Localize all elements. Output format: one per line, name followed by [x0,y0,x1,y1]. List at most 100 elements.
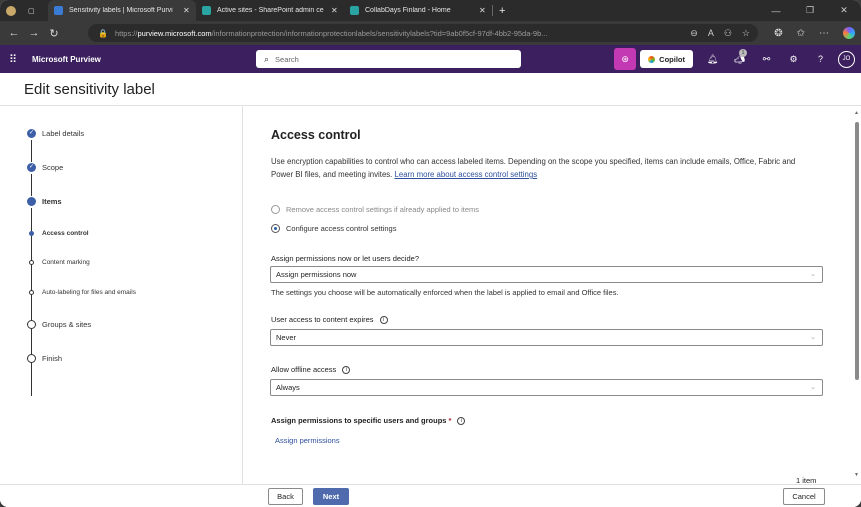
copilot-button[interactable]: Copilot [640,50,693,68]
close-tab-icon[interactable]: ✕ [183,6,190,15]
favorites-icon[interactable]: ✩ [797,28,805,39]
info-icon[interactable]: i [379,316,388,325]
dropdown-value: Assign permissions now [276,270,357,279]
tab-active-sites[interactable]: Active sites - SharePoint admin ce ✕ [196,0,344,21]
copilot-logo-icon [648,55,656,63]
tab-bar: ▢ Sensitivity labels | Microsoft Purvi ✕… [0,0,861,21]
step-label: Scope [42,163,64,172]
next-button[interactable]: Next [313,488,349,505]
search-icon: ⌕ [264,53,270,64]
pending-step-icon [27,354,36,363]
connections-icon[interactable]: ⚯ [753,54,780,65]
app-launcher-icon[interactable]: ⠿ [0,53,26,66]
lock-icon: 🔒 [98,28,108,38]
offline-dropdown[interactable]: Always ⌄ [270,379,823,396]
cancel-button[interactable]: Cancel [783,488,825,505]
back-arrow-icon[interactable]: ← [4,27,24,39]
profile-button[interactable] [0,0,22,21]
dropdown-value: Always [276,383,300,392]
substep-dot-icon [29,231,34,236]
search-input[interactable]: ⌕ Search [256,50,521,68]
learn-more-link[interactable]: Learn more about access control settings [395,170,538,179]
step-connector [31,208,32,396]
page-title: Edit sensitivity label [24,81,155,98]
scroll-down-icon[interactable]: ▼ [854,472,859,478]
chevron-down-icon: ⌄ [810,334,816,341]
close-tab-icon[interactable]: ✕ [479,6,486,15]
bell-icon[interactable]: 🔔︎ [699,54,726,65]
gear-icon[interactable]: ⚙ [780,54,807,65]
radio-configure-access-control[interactable]: Configure access control settings [271,224,396,233]
expires-label-text: User access to content expires [271,315,374,324]
url-host: purview.microsoft.com [137,28,212,38]
megaphone-icon[interactable]: 📣︎ 1 [726,48,753,65]
app-name[interactable]: Microsoft Purview [32,55,101,64]
pending-step-icon [27,320,36,329]
chevron-down-icon: ⌄ [810,271,816,278]
tab-title: Active sites - SharePoint admin ce [217,7,324,14]
plus-icon: + [499,4,506,17]
tab-collabdays[interactable]: CollabDays Finland - Home ✕ [344,0,492,21]
step-label: Finish [42,354,63,363]
specific-users-label: Assign permissions to specific users and… [271,416,466,426]
copilot-browser-icon[interactable] [843,27,855,39]
radio-circle[interactable] [271,205,280,214]
profile-icon [6,5,16,16]
url-field[interactable]: 🔒 https://purview.microsoft.com/informat… [88,24,758,42]
step-connector [31,174,32,196]
step-label: Groups & sites [42,320,92,329]
share-icon[interactable]: ⚇ [724,28,732,39]
close-window-icon[interactable]: ✕ [827,5,861,16]
purview-favicon-icon [54,6,63,15]
copilot-label: Copilot [659,54,685,64]
forward-arrow-icon[interactable]: → [24,27,44,39]
browser-window: ▢ Sensitivity labels | Microsoft Purvi ✕… [0,0,861,507]
search-placeholder: Search [275,54,299,64]
assign-permissions-label: Assign permissions now or let users deci… [271,254,419,263]
address-bar-row: ← → ↻ 🔒 https://purview.microsoft.com/in… [0,21,861,45]
avatar[interactable]: JO [838,50,855,68]
more-icon[interactable]: ⋯ [819,28,829,39]
offline-label: Allow offline access i [271,365,351,375]
assign-permissions-dropdown[interactable]: Assign permissions now ⌄ [270,266,823,283]
radio-label: Configure access control settings [286,224,397,233]
radio-remove-access-control[interactable]: Remove access control settings if alread… [271,205,479,214]
refresh-icon[interactable]: ↻ [44,27,64,40]
step-connector [31,140,32,162]
back-button[interactable]: Back [268,488,303,505]
chevron-down-icon: ⌄ [810,384,816,391]
zoom-icon[interactable]: ⊖ [690,28,698,39]
copilot-icon: ⊛ [621,53,629,64]
read-aloud-icon[interactable]: A [708,28,714,38]
scroll-up-icon[interactable]: ▲ [854,110,859,116]
window-controls: — ❐ ✕ [759,0,861,21]
checkmark-icon: ✓ [27,129,36,138]
help-icon[interactable]: ? [807,54,834,64]
minimize-icon[interactable]: — [759,6,793,16]
copilot-pane-button[interactable]: ⊛ [614,48,637,70]
tab-title: Sensitivity labels | Microsoft Purvi [69,7,173,14]
favorite-star-icon[interactable]: ☆ [742,28,750,39]
info-icon[interactable]: i [342,366,351,375]
scrollbar[interactable]: ▲ ▼ [852,106,861,484]
close-tab-icon[interactable]: ✕ [331,6,338,15]
tab-actions-button[interactable]: ▢ [22,0,48,21]
radio-circle[interactable] [271,224,280,233]
new-tab-button[interactable]: + [493,0,515,21]
wizard-footer: Back Next Cancel [0,484,861,507]
checkmark-icon: ✓ [27,163,36,172]
scrollbar-thumb[interactable] [855,122,859,380]
page: Edit sensitivity label ✓ Label details ✓… [0,73,861,507]
info-icon[interactable]: i [457,417,466,426]
sharepoint-favicon-icon [202,6,211,15]
restore-icon[interactable]: ❐ [793,5,827,16]
extensions-icon[interactable]: ❂ [774,28,782,39]
step-label: Label details [42,129,85,138]
substep-dot-icon [29,290,34,295]
header-actions: ⊛ Copilot 🔔︎ 📣︎ 1 ⚯ ⚙ ? JO [614,45,861,73]
specific-users-text: Assign permissions to specific users and… [271,416,447,425]
expires-dropdown[interactable]: Never ⌄ [270,329,823,346]
tab-sensitivity-labels[interactable]: Sensitivity labels | Microsoft Purvi ✕ [48,0,196,21]
assign-permissions-link[interactable]: Assign permissions [275,436,340,445]
wizard-steps: ✓ Label details ✓ Scope Items Access con… [0,106,243,484]
